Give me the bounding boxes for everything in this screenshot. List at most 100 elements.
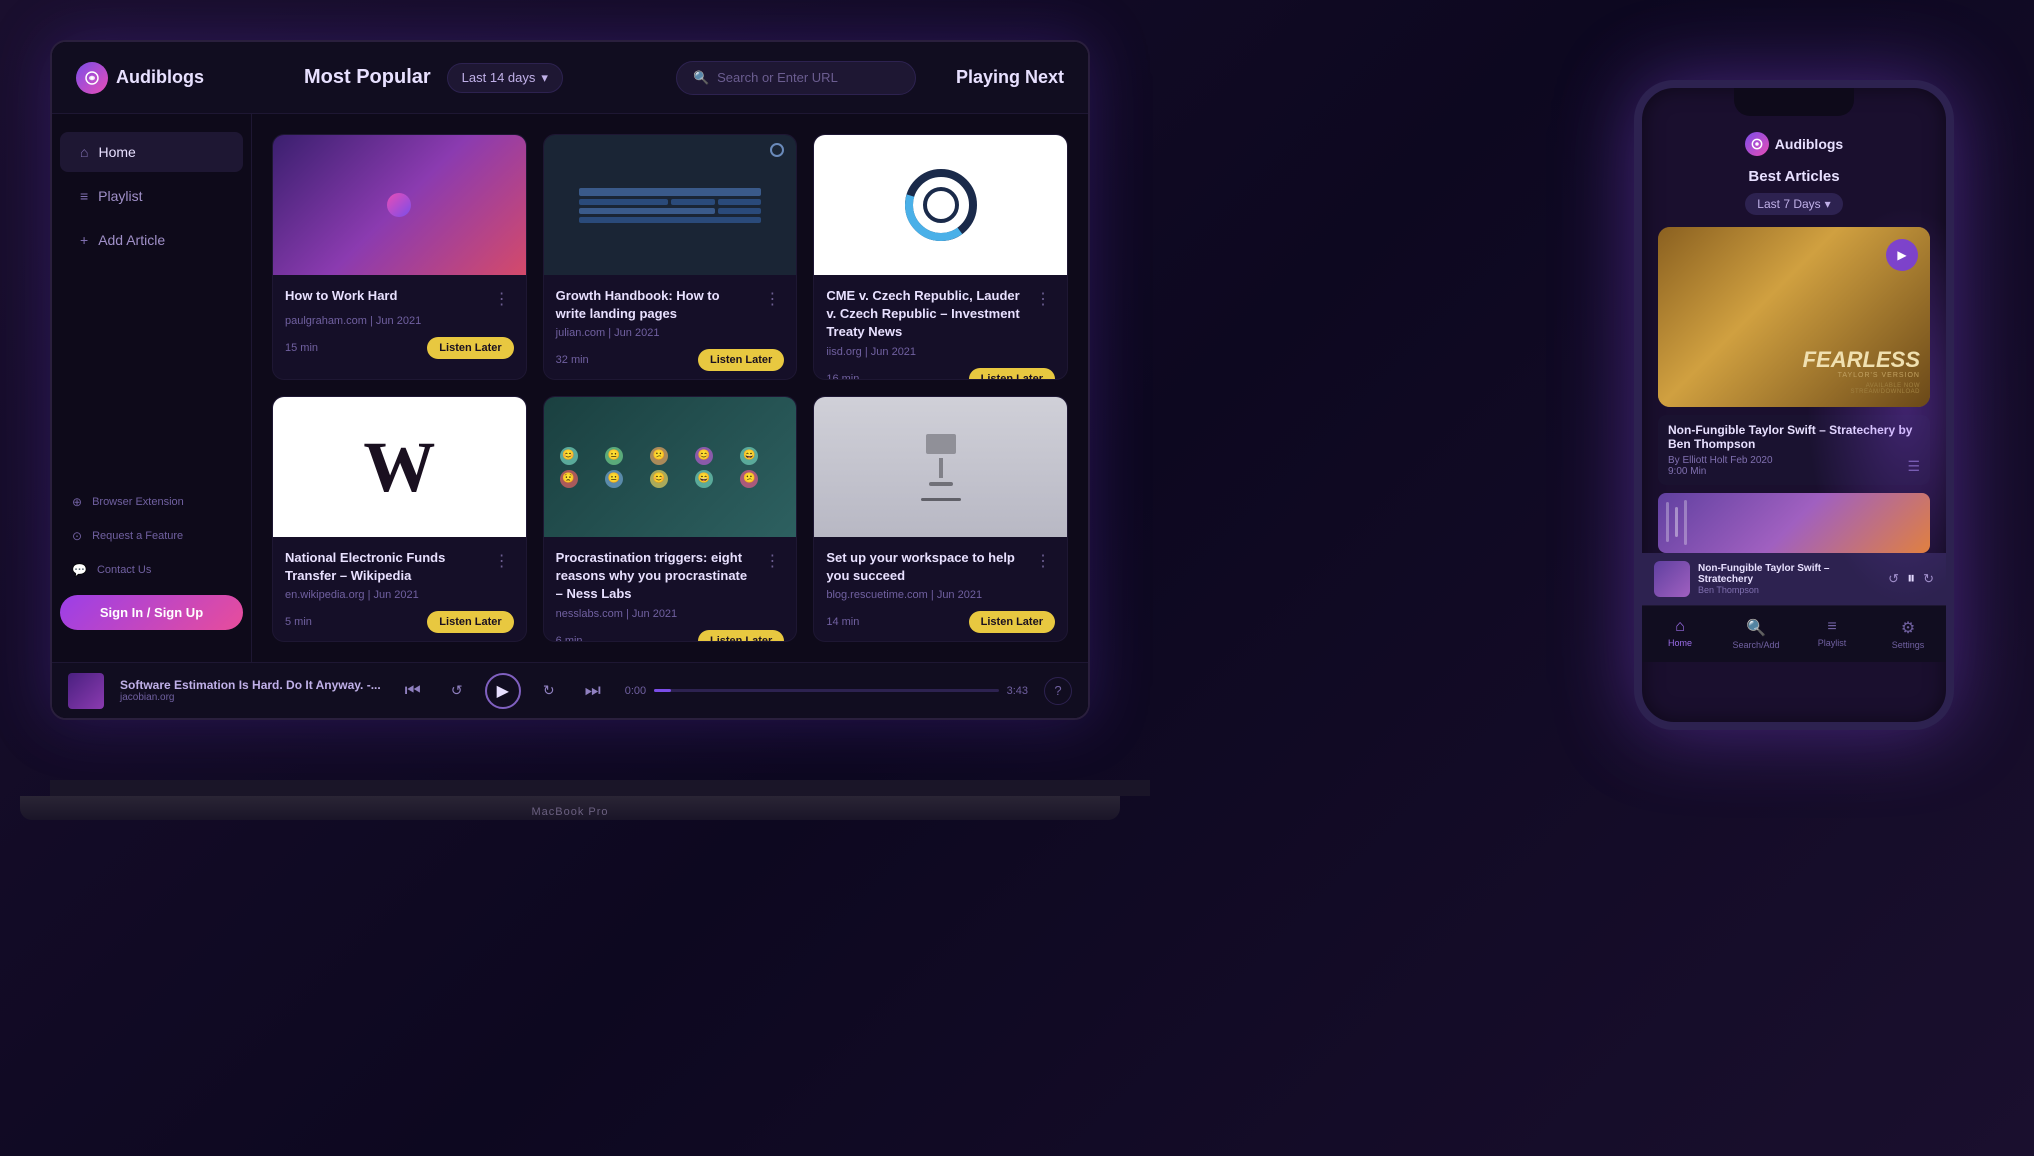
player-controls: ⏮ ↺ ▶ ↻ ⏭: [397, 673, 609, 709]
phone-pause-button[interactable]: ⏸: [1907, 570, 1915, 588]
card-1-title: How to Work Hard: [285, 287, 482, 305]
app: Audiblogs Most Popular Last 14 days ▾ 🔍 …: [52, 42, 1088, 718]
phone-notch: [1734, 88, 1854, 116]
card-workspace[interactable]: Set up your workspace to help you succee…: [813, 396, 1068, 642]
skip-back-button[interactable]: ⏮: [397, 675, 429, 707]
browser-extension-link[interactable]: ⊕ Browser Extension: [60, 485, 243, 519]
phone-nav-search[interactable]: 🔍 Search/Add: [1718, 614, 1794, 654]
phone-rewind-button[interactable]: ↺: [1888, 571, 1899, 587]
card-2-menu[interactable]: ⋮: [760, 287, 784, 311]
card-1-listen-btn[interactable]: Listen Later: [427, 337, 513, 359]
main: ⌂ Home ≡ Playlist + Add Article: [52, 114, 1088, 662]
phone-settings-icon: ⚙: [1901, 618, 1915, 638]
phone-mini-thumb: [1654, 561, 1690, 597]
card-6-listen-btn[interactable]: Listen Later: [969, 611, 1055, 633]
card-2-body: Growth Handbook: How to write landing pa…: [544, 275, 797, 380]
sidebar-item-home[interactable]: ⌂ Home: [60, 132, 243, 172]
phone-section-title: Best Articles: [1658, 168, 1930, 185]
search-icon: 🔍: [693, 70, 709, 86]
progress-bar[interactable]: [654, 689, 998, 692]
phone-article-title: Non-Fungible Taylor Swift – Stratechery …: [1668, 423, 1920, 451]
card-3-menu[interactable]: ⋮: [1031, 287, 1055, 311]
sidebar: ⌂ Home ≡ Playlist + Add Article: [52, 114, 252, 662]
phone-second-card[interactable]: [1658, 493, 1930, 553]
playlist-icon: ≡: [80, 188, 88, 204]
browser-extension-icon: ⊕: [72, 495, 82, 509]
skip-forward-button[interactable]: ⏭: [577, 675, 609, 707]
phone-article-duration: 9:00 Min: [1668, 466, 1773, 477]
card-3-meta: iisd.org | Jun 2021: [826, 346, 1055, 358]
section-title: Most Popular: [304, 66, 431, 89]
card-3-listen-btn[interactable]: Listen Later: [969, 368, 1055, 380]
card-5-image: 😊 😐 😕 😊 😄 😟 😐 😊 😄: [544, 397, 797, 537]
phone-featured-card[interactable]: FEARLESS TAYLOR'S VERSION AVAILABLE NOW …: [1658, 227, 1930, 407]
macbook: Audiblogs Most Popular Last 14 days ▾ 🔍 …: [50, 40, 1150, 820]
card-5-duration: 6 min: [556, 635, 583, 642]
rewind-button[interactable]: ↺: [441, 675, 473, 707]
card-4-body: National Electronic Funds Transfer – Wik…: [273, 537, 526, 642]
play-button[interactable]: ▶: [485, 673, 521, 709]
phone-home-icon: ⌂: [1675, 618, 1685, 636]
card-6-menu[interactable]: ⋮: [1031, 549, 1055, 573]
forward-button[interactable]: ↻: [533, 675, 565, 707]
request-feature-link[interactable]: ⊙ Request a Feature: [60, 519, 243, 553]
phone-playlist-icon: ≡: [1827, 618, 1836, 636]
sidebar-item-add-article[interactable]: + Add Article: [60, 220, 243, 260]
phone-play-button[interactable]: ▶: [1886, 239, 1918, 271]
card-5-menu[interactable]: ⋮: [760, 549, 784, 573]
player-thumbnail: [68, 673, 104, 709]
sign-in-button[interactable]: Sign In / Sign Up: [60, 595, 243, 630]
phone-mini-info: Non-Fungible Taylor Swift – Stratechery …: [1698, 563, 1880, 595]
phone-now-playing-author: Ben Thompson: [1698, 585, 1880, 595]
card-5-title: Procrastination triggers: eight reasons …: [556, 549, 753, 604]
card-1-menu[interactable]: ⋮: [490, 287, 514, 311]
card-4-menu[interactable]: ⋮: [490, 549, 514, 573]
card-cme[interactable]: CME v. Czech Republic, Lauder v. Czech R…: [813, 134, 1068, 380]
card-procrastination[interactable]: 😊 😐 😕 😊 😄 😟 😐 😊 😄: [543, 396, 798, 642]
card-4-listen-btn[interactable]: Listen Later: [427, 611, 513, 633]
sidebar-bottom: ⊕ Browser Extension ⊙ Request a Feature …: [52, 485, 251, 646]
card-1-meta: paulgraham.com | Jun 2021: [285, 315, 514, 327]
card-how-to-work-hard[interactable]: How to Work Hard ⋮ paulgraham.com | Jun …: [272, 134, 527, 380]
search-bar[interactable]: 🔍 Search or Enter URL: [676, 61, 916, 95]
phone-nav-home[interactable]: ⌂ Home: [1642, 614, 1718, 654]
player-source: jacobian.org: [120, 692, 381, 703]
phone-mini-controls: ↺ ⏸ ↻: [1888, 570, 1934, 588]
phone-article-info: Non-Fungible Taylor Swift – Stratechery …: [1658, 415, 1930, 485]
content-grid: How to Work Hard ⋮ paulgraham.com | Jun …: [252, 114, 1088, 662]
card-growth-handbook[interactable]: Growth Handbook: How to write landing pa…: [543, 134, 798, 380]
logo: Audiblogs: [76, 62, 204, 94]
sidebar-item-playlist[interactable]: ≡ Playlist: [60, 176, 243, 216]
card-2-listen-btn[interactable]: Listen Later: [698, 349, 784, 371]
contact-us-link[interactable]: 💬 Contact Us: [60, 553, 243, 587]
progress-fill: [654, 689, 671, 692]
phone-logo-text: Audiblogs: [1775, 136, 1843, 152]
request-feature-icon: ⊙: [72, 529, 82, 543]
phone-time-filter[interactable]: Last 7 Days ▾: [1745, 193, 1842, 215]
card-wikipedia[interactable]: W National Electronic Funds Transfer – W…: [272, 396, 527, 642]
card-4-duration: 5 min: [285, 616, 312, 628]
card-3-title: CME v. Czech Republic, Lauder v. Czech R…: [826, 287, 1023, 342]
header-section: Most Popular Last 14 days ▾: [304, 63, 656, 93]
card-6-duration: 14 min: [826, 616, 859, 628]
phone-nav-playlist[interactable]: ≡ Playlist: [1794, 614, 1870, 654]
home-icon: ⌂: [80, 144, 88, 160]
phone-logo: Audiblogs: [1658, 124, 1930, 164]
card-1-body: How to Work Hard ⋮ paulgraham.com | Jun …: [273, 275, 526, 371]
card-5-meta: nesslabs.com | Jun 2021: [556, 608, 785, 620]
time-total: 3:43: [1007, 685, 1028, 697]
phone-now-playing-title: Non-Fungible Taylor Swift – Stratechery: [1698, 563, 1880, 585]
card-5-listen-btn[interactable]: Listen Later: [698, 630, 784, 642]
phone-chevron-icon: ▾: [1825, 197, 1831, 211]
phone-forward-button[interactable]: ↻: [1923, 571, 1934, 587]
macbook-screen: Audiblogs Most Popular Last 14 days ▾ 🔍 …: [50, 40, 1090, 720]
help-button[interactable]: ?: [1044, 677, 1072, 705]
time-filter-dropdown[interactable]: Last 14 days ▾: [447, 63, 563, 93]
card-4-title: National Electronic Funds Transfer – Wik…: [285, 549, 482, 585]
contact-icon: 💬: [72, 563, 87, 577]
phone-nav-settings[interactable]: ⚙ Settings: [1870, 614, 1946, 654]
macbook-base: MacBook Pro: [20, 796, 1120, 820]
logo-text: Audiblogs: [116, 67, 204, 88]
card-6-body: Set up your workspace to help you succee…: [814, 537, 1067, 642]
card-3-duration: 16 min: [826, 373, 859, 380]
